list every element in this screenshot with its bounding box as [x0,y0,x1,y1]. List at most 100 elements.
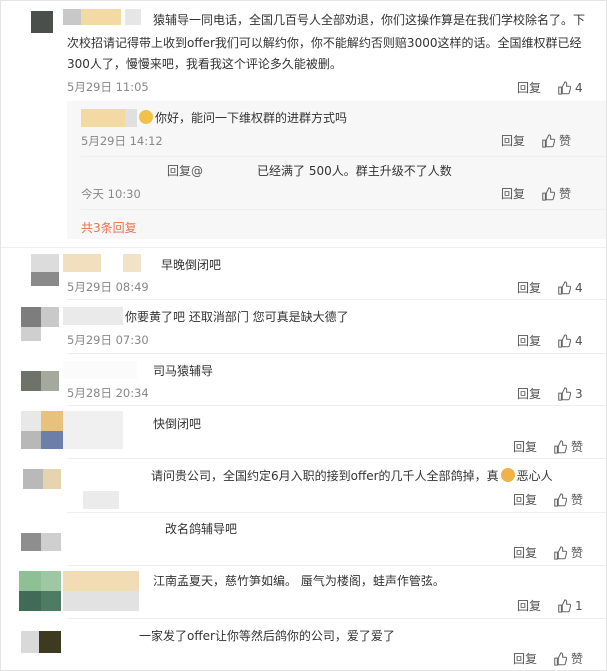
thumbs-up-icon[interactable] [557,386,572,401]
thumbs-up-icon[interactable] [553,545,568,560]
like-count: 4 [575,280,583,295]
comment-text: 一家发了offer让你等然后鸽你的公司，爱了爱了 [139,629,395,643]
comment-text: 江南孟夏天，慈竹笋如编。 蜃气为楼阁，蛙声作管弦。 [153,574,445,588]
timestamp: 5月29日 08:49 [67,280,149,294]
comment-text-part: 请问贵公司，全国约定6月入职的接到offer的几千人全部鸽掉，真 [151,469,499,483]
avatar-mosaic [41,411,63,431]
like-label: 赞 [571,652,584,666]
divider [67,405,606,406]
reply-button[interactable]: 回复 [517,79,541,96]
avatar[interactable] [21,411,41,431]
avatar-mosaic [31,272,59,286]
username-mosaic[interactable] [63,411,123,449]
thumbs-up-icon[interactable] [553,651,568,666]
reply-button[interactable]: 回复 [517,597,541,614]
like-count: 1 [575,598,583,613]
thumbs-up-icon[interactable] [541,186,556,201]
thumbs-up-icon[interactable] [557,280,572,295]
avatar[interactable] [31,254,59,274]
comment-text: 300人了，慢慢来吧，我看我这个评论多久能被删。 [67,57,342,71]
comment-actions: 回复 赞 [513,544,583,561]
avatar[interactable] [19,571,41,591]
avatar[interactable] [39,631,61,653]
comment-text: 改名鸽辅导吧 [165,522,238,536]
reply-text: 你好，能问一下维权群的进群方式吗 [137,109,347,127]
comment-text: 请问贵公司，全国约定6月入职的接到offer的几千人全部鸽掉，真 恶心人 [151,467,553,485]
more-replies-link[interactable]: 共3条回复 [81,219,137,236]
comment-actions: 回复 赞 [513,438,583,455]
like-label: 赞 [571,546,584,560]
thumbs-up-icon[interactable] [557,80,572,95]
reply-button[interactable]: 回复 [517,279,541,296]
comment-text: 快倒闭吧 [153,417,202,431]
avatar-mosaic [41,371,59,391]
comment-actions: 回复 赞 [513,650,583,667]
username-mosaic [125,9,141,25]
avatar[interactable] [31,11,53,33]
reply-button[interactable]: 回复 [513,544,537,561]
avatar-mosaic [19,591,41,611]
divider [67,458,606,459]
avatar[interactable] [23,469,43,489]
username-mosaic [125,109,137,127]
username-mosaic[interactable] [63,571,139,591]
username-mosaic[interactable] [63,307,123,325]
thumbs-up-icon[interactable] [553,492,568,507]
avatar-mosaic [43,469,61,489]
reply-button[interactable]: 回复 [517,332,541,349]
username-mosaic [63,591,139,611]
reply-button[interactable]: 回复 [501,132,525,149]
comment-text: 司马猿辅导 [153,364,214,378]
like-count: 4 [575,80,583,95]
divider [67,565,606,566]
like-count: 4 [575,333,583,348]
avatar-mosaic [21,327,41,341]
reply-mention[interactable]: 回复@ [167,162,203,180]
reply-button[interactable]: 回复 [513,438,537,455]
comment-actions: 回复 4 [517,79,583,96]
like-label: 赞 [571,440,584,454]
reply-text: 已经满了 500人。群主升级不了人数 [257,164,452,178]
divider [67,353,606,354]
thumbs-up-icon[interactable] [541,133,556,148]
reply-button[interactable]: 回复 [501,185,525,202]
thumbs-up-icon[interactable] [557,333,572,348]
username-mosaic[interactable] [81,109,125,127]
reply-button[interactable]: 回复 [513,650,537,667]
avatar[interactable] [21,307,41,327]
avatar-mosaic [21,431,41,449]
reply-button[interactable]: 回复 [513,491,537,508]
comment-text-part: 恶心人 [516,469,553,483]
comment-text: 次校招请记得带上收到offer我们可以解约你，你不能解约否则赔3000这样的话。… [67,36,582,50]
reply-actions: 回复 赞 [501,132,571,149]
thumbs-up-icon[interactable] [553,439,568,454]
like-label: 赞 [559,134,572,148]
username-mosaic [123,254,141,272]
comment-actions: 回复 3 [517,385,583,402]
avatar-mosaic [41,591,61,611]
reply-text-body: 你好，能问一下维权群的进群方式吗 [155,111,348,125]
divider [67,512,606,513]
username-mosaic [101,254,123,272]
thumbs-up-icon[interactable] [557,598,572,613]
divider [81,209,606,210]
like-count: 3 [575,386,583,401]
divider [1,247,606,248]
avatar[interactable] [21,533,41,551]
username-mosaic[interactable] [63,254,101,272]
avatar[interactable] [21,371,41,391]
avatar-mosaic [21,631,39,653]
timestamp: 5月28日 20:34 [67,386,149,400]
reply-button[interactable]: 回复 [517,385,541,402]
timestamp: 5月29日 14:12 [81,134,163,148]
emoji-icon [500,468,515,482]
username-mosaic[interactable] [81,9,121,25]
avatar-mosaic [41,307,59,327]
emoji-icon [139,110,153,124]
avatar-mosaic [41,571,61,591]
username-mosaic[interactable] [63,361,137,379]
timestamp: 5月29日 11:05 [67,80,149,94]
comment-section: 猿辅导一同电话，全国几百号人全部劝退，你们这操作算是在我们学校除名了。下 次校招… [0,0,607,671]
like-label: 赞 [559,187,572,201]
username-mosaic[interactable] [83,491,119,509]
